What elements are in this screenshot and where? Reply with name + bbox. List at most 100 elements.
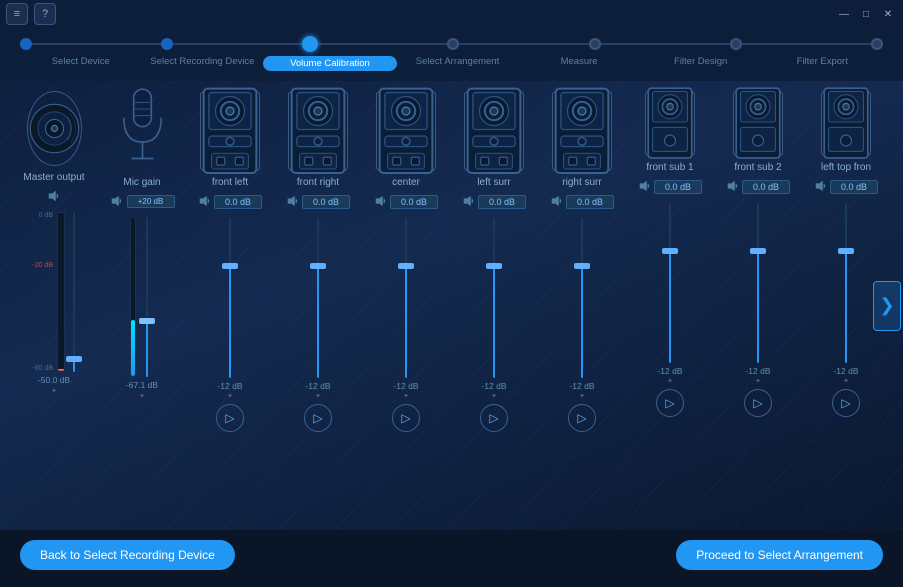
- fader-track-left-top-front: [845, 203, 847, 363]
- bottom-db-master: -50.0 dB: [38, 375, 70, 385]
- step-measure[interactable]: [589, 38, 601, 50]
- vol-display-mic: +20 dB: [127, 195, 175, 208]
- fader-area-left-surr: [485, 218, 503, 378]
- close-button[interactable]: ✕: [879, 7, 897, 21]
- channel-front-sub-2: front sub 2 0.0 dB -12 dB ✦ ▷: [714, 91, 802, 530]
- bottom-db-front-left: -12 dB: [217, 381, 242, 391]
- channel-label-mic: Mic gain: [123, 177, 160, 188]
- fader-handle-front-right[interactable]: [310, 263, 326, 269]
- fader-handle-left-surr[interactable]: [486, 263, 502, 269]
- fader-track-front-sub-1: [669, 203, 671, 363]
- step-label-4: Select Arrangement: [397, 56, 519, 71]
- play-button-left-top-front[interactable]: ▷: [832, 389, 860, 417]
- channel-mic: Mic gain +20 dB -67.1 dB ✦: [98, 91, 186, 530]
- fader-handle-center[interactable]: [398, 263, 414, 269]
- bottom-db-front-sub-1: -12 dB: [657, 366, 682, 376]
- main-content: Master output 0 dB -20 dB -80 dB: [0, 81, 903, 530]
- title-bar-controls-left: ≡ ?: [6, 3, 56, 25]
- window-controls: — □ ✕: [835, 7, 897, 21]
- step-filter-export[interactable]: [871, 38, 883, 50]
- minimize-button[interactable]: —: [835, 7, 853, 21]
- plus-icon-front-left: ✦: [227, 392, 233, 400]
- channel-label-right-surr: right surr: [562, 177, 601, 188]
- fader-area-center: [397, 218, 415, 378]
- vol-display-center: 0.0 dB: [390, 195, 438, 209]
- step-filter-design[interactable]: [730, 38, 742, 50]
- channel-front-left: front left 0.0 dB -12 dB ✦ ▷: [186, 91, 274, 530]
- back-button[interactable]: Back to Select Recording Device: [20, 540, 235, 570]
- channel-label-left-surr: left surr: [477, 177, 510, 188]
- fader-handle-right-surr[interactable]: [574, 263, 590, 269]
- step-label-5: Measure: [518, 56, 640, 71]
- step-volume-calibration[interactable]: [302, 36, 318, 52]
- bottom-db-left-top-front: -12 dB: [833, 366, 858, 376]
- play-button-left-surr[interactable]: ▷: [480, 404, 508, 432]
- step-label-1: Select Device: [20, 56, 142, 71]
- fader-handle-left-top-front[interactable]: [838, 248, 854, 254]
- channel-label-front-sub-2: front sub 2: [734, 162, 781, 173]
- channel-label-center: center: [392, 177, 420, 188]
- vol-display-left-surr: 0.0 dB: [478, 195, 526, 209]
- channel-label-front-sub-1: front sub 1: [646, 162, 693, 173]
- plus-icon-center: ✦: [403, 392, 409, 400]
- fader-area-front-sub-1: [661, 203, 679, 363]
- fader-handle-front-left[interactable]: [222, 263, 238, 269]
- fader-track-front-right: [317, 218, 319, 378]
- step-label-7: Filter Export: [761, 56, 883, 71]
- speaker-icon-right-surr: [552, 91, 612, 171]
- scroll-right-button[interactable]: ❯: [873, 281, 901, 331]
- play-button-center[interactable]: ▷: [392, 404, 420, 432]
- help-button[interactable]: ?: [34, 3, 56, 25]
- fader-track-left-surr: [493, 218, 495, 378]
- steps-labels: Select Device Select Recording Device Vo…: [20, 56, 883, 71]
- vol-display-front-sub-2: 0.0 dB: [742, 180, 790, 194]
- channel-label-left-top-front: left top fron: [821, 162, 871, 173]
- fader-handle-front-sub-2[interactable]: [750, 248, 766, 254]
- footer: Back to Select Recording Device Proceed …: [0, 530, 903, 580]
- bottom-db-mic: -67.1 dB: [126, 380, 158, 390]
- plus-icon-front-sub-1: ✦: [667, 377, 673, 385]
- vu-meter-master: [57, 212, 65, 372]
- steps-bar: Select Device Select Recording Device Vo…: [0, 28, 903, 81]
- fader-track-mic: [146, 217, 148, 377]
- speaker-icon-center: [376, 91, 436, 171]
- step-label-3: Volume Calibration: [263, 56, 397, 71]
- play-button-right-surr[interactable]: ▷: [568, 404, 596, 432]
- channel-left-surr: left surr 0.0 dB -12 dB ✦ ▷: [450, 91, 538, 530]
- fader-track-master: [73, 212, 75, 372]
- maximize-button[interactable]: □: [857, 7, 875, 21]
- play-button-front-sub-1[interactable]: ▷: [656, 389, 684, 417]
- play-button-front-right[interactable]: ▷: [304, 404, 332, 432]
- sound-icon-mic: [110, 194, 124, 213]
- sound-icon-front-left: [198, 194, 212, 213]
- fader-track-front-sub-2: [757, 203, 759, 363]
- step-recording-device[interactable]: [161, 38, 173, 50]
- step-label-2: Select Recording Device: [142, 56, 264, 71]
- fader-area-front-left: [221, 218, 239, 378]
- fader-handle-front-sub-1[interactable]: [662, 248, 678, 254]
- speaker-icon-front-sub-1: [645, 91, 695, 156]
- speaker-icon-front-left: [200, 91, 260, 171]
- step-select-device[interactable]: [20, 38, 32, 50]
- fader-area-left-top-front: [837, 203, 855, 363]
- step-select-arrangement[interactable]: [447, 38, 459, 50]
- menu-button[interactable]: ≡: [6, 3, 28, 25]
- plus-icon-left-surr: ✦: [491, 392, 497, 400]
- sound-icon-right-surr: [550, 194, 564, 213]
- bottom-db-front-sub-2: -12 dB: [745, 366, 770, 376]
- proceed-button[interactable]: Proceed to Select Arrangement: [676, 540, 883, 570]
- fader-handle-mic[interactable]: [139, 318, 155, 324]
- fader-track-front-left: [229, 218, 231, 378]
- channel-label-master: Master output: [23, 172, 84, 183]
- fader-handle-master[interactable]: [66, 356, 82, 362]
- speaker-icon-left-top-front: [821, 91, 871, 156]
- sound-icon-front-sub-1: [638, 179, 652, 198]
- play-button-front-sub-2[interactable]: ▷: [744, 389, 772, 417]
- vol-display-left-top-front: 0.0 dB: [830, 180, 878, 194]
- sound-icon-front-right: [286, 194, 300, 213]
- channel-center: center 0.0 dB -12 dB ✦ ▷: [362, 91, 450, 530]
- sound-icon-center: [374, 194, 388, 213]
- channels-container: Master output 0 dB -20 dB -80 dB: [0, 91, 903, 530]
- speaker-icon-front-sub-2: [733, 91, 783, 156]
- play-button-front-left[interactable]: ▷: [216, 404, 244, 432]
